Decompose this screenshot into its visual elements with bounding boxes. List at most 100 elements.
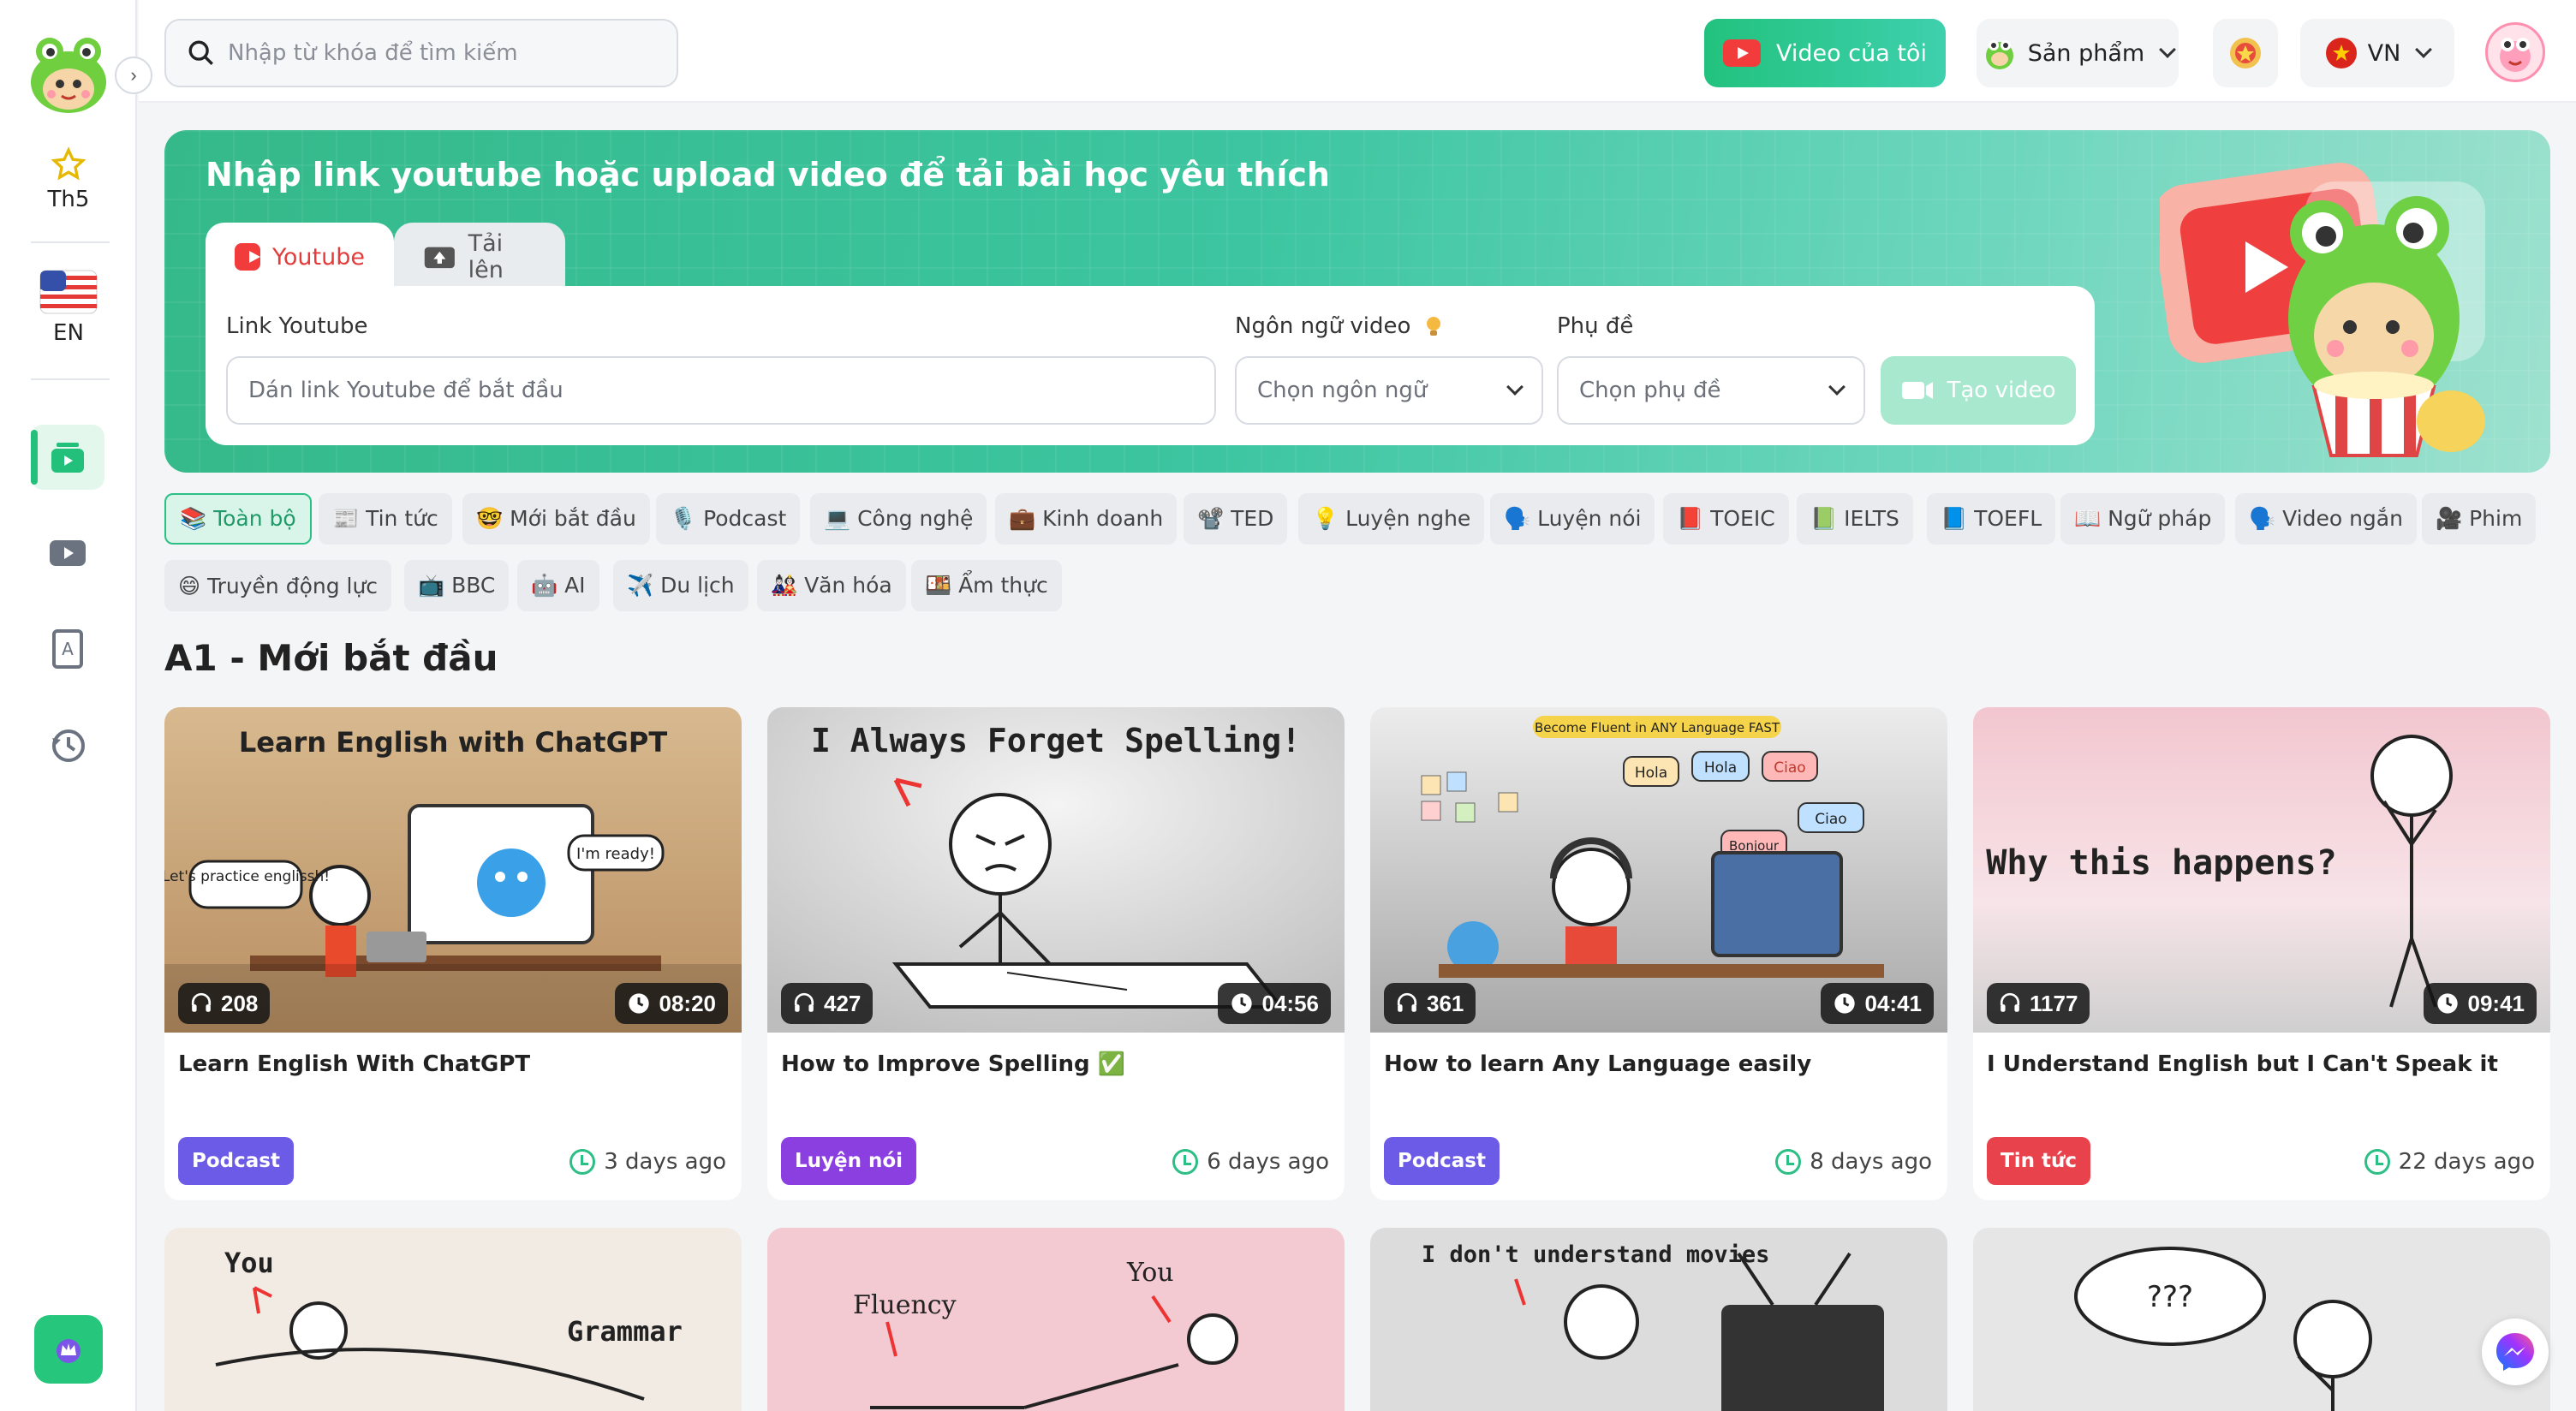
video-card[interactable]: Learn English with ChatGPT Let's practic… bbox=[164, 707, 742, 1200]
products-dropdown[interactable]: Sản phẩm bbox=[1977, 19, 2179, 87]
video-card[interactable]: Fluency You bbox=[767, 1228, 1345, 1411]
video-thumbnail: Fluency You bbox=[767, 1228, 1345, 1411]
video-title[interactable]: I Understand English but I Can't Speak i… bbox=[1987, 1051, 2535, 1077]
video-language-select[interactable]: Chọn ngôn ngữ bbox=[1235, 356, 1543, 425]
youtube-link-input[interactable]: Dán link Youtube để bắt đầu bbox=[226, 356, 1216, 425]
collapse-sidebar-button[interactable]: › bbox=[115, 57, 152, 94]
video-duration: 08:20 bbox=[659, 990, 717, 1016]
headphones-icon bbox=[191, 992, 212, 1012]
published-ago: 6 days ago bbox=[1172, 1149, 1329, 1175]
us-flag-icon bbox=[39, 270, 98, 314]
chip-kinh-doanh[interactable]: 💼 Kinh doanh bbox=[995, 493, 1178, 545]
thumbnail-caption: Learn English with ChatGPT bbox=[239, 726, 667, 759]
language-code: VN bbox=[2367, 39, 2401, 67]
chip-ai[interactable]: 🤖 AI bbox=[517, 560, 599, 611]
chip-bbc[interactable]: 📺 BBC bbox=[404, 560, 510, 611]
thumbnail-caption: Fluency bbox=[853, 1290, 957, 1320]
thumbnail-caption: Grammar bbox=[567, 1315, 683, 1348]
headphones-icon bbox=[1397, 992, 1417, 1012]
video-thumbnail: ??? bbox=[1973, 1228, 2550, 1411]
published-ago: 3 days ago bbox=[569, 1149, 726, 1175]
sidebar-item-video-library[interactable] bbox=[31, 425, 104, 490]
chip-luyen-noi[interactable]: 🗣️ Luyện nói bbox=[1490, 493, 1655, 545]
youtube-icon bbox=[1723, 39, 1762, 67]
clock-icon bbox=[2364, 1149, 2390, 1175]
video-language-label: Ngôn ngữ video bbox=[1235, 313, 1446, 339]
chip-moi-bat-dau[interactable]: 🤓 Mới bắt đầu bbox=[462, 493, 650, 545]
video-title[interactable]: How to learn Any Language easily bbox=[1384, 1051, 1932, 1077]
subtitle-select[interactable]: Chọn phụ đề bbox=[1557, 356, 1865, 425]
video-duration: 09:41 bbox=[2467, 990, 2525, 1016]
user-avatar[interactable] bbox=[2485, 22, 2545, 82]
video-card[interactable]: I don't understand movies bbox=[1370, 1228, 1947, 1411]
premium-button[interactable] bbox=[34, 1315, 103, 1384]
sidebar: › Th5 EN A bbox=[0, 0, 152, 1411]
listen-count: 1177 bbox=[2030, 990, 2078, 1016]
video-card[interactable]: You Grammar bbox=[164, 1228, 742, 1411]
listen-count-badge: 361 bbox=[1384, 983, 1476, 1024]
chip-tin-tuc[interactable]: 📰 Tin tức bbox=[319, 493, 452, 545]
category-tag[interactable]: Luyện nói bbox=[781, 1137, 917, 1185]
subtitle-value: Chọn phụ đề bbox=[1579, 378, 1721, 403]
chip-am-thuc[interactable]: 🍱 Ẩm thực bbox=[911, 560, 1062, 611]
chip-toan-bo[interactable]: 📚 Toàn bộ bbox=[164, 493, 312, 545]
chip-van-hoa[interactable]: 🎎 Văn hóa bbox=[757, 560, 906, 611]
chip-du-lich[interactable]: ✈️ Du lịch bbox=[613, 560, 748, 611]
thumbnail-caption: You bbox=[224, 1247, 274, 1279]
video-language-value: Chọn ngôn ngữ bbox=[1257, 378, 1428, 403]
duration-badge: 08:20 bbox=[614, 983, 728, 1024]
clock-icon bbox=[2436, 993, 2458, 1014]
video-title[interactable]: Learn English With ChatGPT bbox=[178, 1051, 726, 1077]
chip-ngu-phap[interactable]: 📖 Ngữ pháp bbox=[2060, 493, 2226, 545]
search-input[interactable] bbox=[228, 40, 673, 66]
chip-toefl[interactable]: 📘 TOEFL bbox=[1927, 493, 2056, 545]
clock-icon bbox=[628, 993, 649, 1014]
video-card[interactable]: Why this happens? 1177 09:41 I Understan… bbox=[1973, 707, 2550, 1200]
tab-upload[interactable]: Tải lên bbox=[394, 223, 565, 291]
video-title[interactable]: How to Improve Spelling ✅ bbox=[781, 1051, 1329, 1077]
hero-frog-illustration bbox=[2152, 147, 2519, 464]
chevron-down-icon bbox=[2159, 41, 2177, 58]
frog-mini-icon bbox=[1985, 40, 2013, 69]
video-card[interactable]: ??? bbox=[1973, 1228, 2550, 1411]
category-tag[interactable]: Podcast bbox=[1384, 1137, 1500, 1185]
language-item[interactable]: EN bbox=[0, 269, 137, 346]
listen-count: 208 bbox=[221, 990, 259, 1016]
duration-badge: 09:41 bbox=[2423, 983, 2537, 1024]
chip-podcast[interactable]: 🎙️ Podcast bbox=[656, 493, 801, 545]
sidebar-item-dictionary[interactable]: A bbox=[31, 616, 104, 682]
tab-youtube-label: Youtube bbox=[272, 243, 365, 271]
chip-toeic[interactable]: 📕 TOEIC bbox=[1663, 493, 1789, 545]
tab-youtube[interactable]: Youtube bbox=[206, 223, 394, 291]
youtube-link-placeholder: Dán link Youtube để bắt đầu bbox=[248, 378, 564, 403]
video-camera-icon bbox=[1902, 382, 1934, 399]
language-dropdown[interactable]: VN bbox=[2300, 19, 2454, 87]
create-video-button[interactable]: Tạo video bbox=[1881, 356, 2076, 425]
chip-truyen-dong-luc[interactable]: 😄 Truyền động lực bbox=[164, 560, 392, 611]
video-card[interactable]: Become Fluent in ANY Language FAST Hola … bbox=[1370, 707, 1947, 1200]
listen-count-badge: 427 bbox=[781, 983, 874, 1024]
chip-video-ngan[interactable]: 🗣️ Video ngắn bbox=[2235, 493, 2417, 545]
published-ago-text: 22 days ago bbox=[2398, 1149, 2535, 1175]
my-videos-button[interactable]: Video của tôi bbox=[1704, 19, 1946, 87]
chip-ielts[interactable]: 📗 IELTS bbox=[1797, 493, 1913, 545]
sidebar-divider bbox=[31, 378, 110, 380]
badge-button[interactable] bbox=[2213, 19, 2278, 87]
frog-logo[interactable] bbox=[26, 33, 111, 115]
crown-icon bbox=[57, 1339, 80, 1363]
chip-ted[interactable]: 📽️ TED bbox=[1184, 493, 1288, 545]
upload-hero: Nhập link youtube hoặc upload video để t… bbox=[164, 130, 2550, 473]
search-box[interactable] bbox=[164, 19, 678, 87]
chip-phim[interactable]: 🎥 Phim bbox=[2422, 493, 2537, 545]
chip-luyen-nghe[interactable]: 💡 Luyện nghe bbox=[1298, 493, 1485, 545]
thumbnail-caption: Become Fluent in ANY Language FAST bbox=[1535, 720, 1780, 735]
sidebar-item-videos[interactable] bbox=[31, 521, 104, 586]
chip-cong-nghe[interactable]: 💻 Công nghệ bbox=[810, 493, 987, 545]
category-tag[interactable]: Podcast bbox=[178, 1137, 294, 1185]
sidebar-item-history[interactable] bbox=[31, 712, 104, 777]
category-tag[interactable]: Tin tức bbox=[1987, 1137, 2090, 1185]
messenger-chat-button[interactable] bbox=[2482, 1319, 2549, 1385]
video-card[interactable]: I Always Forget Spelling! 427 04:56 How … bbox=[767, 707, 1345, 1200]
favorites-item[interactable]: Th5 bbox=[0, 147, 137, 212]
thumbnail-caption: Why this happens? bbox=[1986, 843, 2336, 883]
